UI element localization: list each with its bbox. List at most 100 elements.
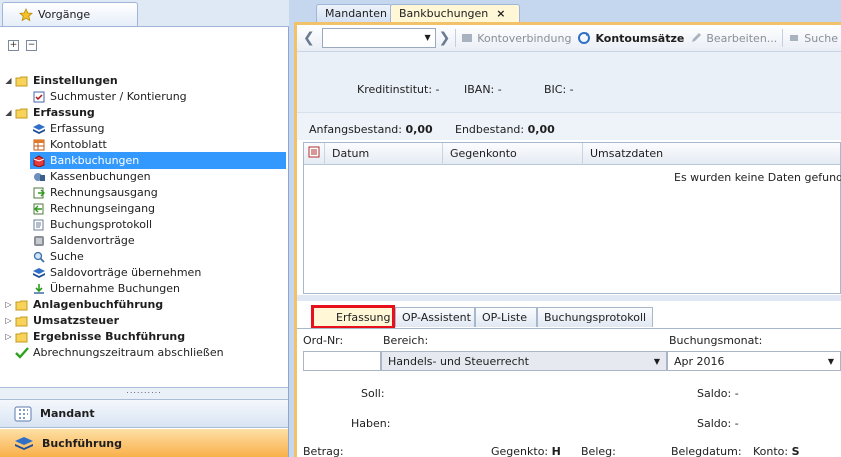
buchungsmonat-select[interactable]: Apr 2016 ▼ bbox=[667, 351, 841, 371]
endbestand-label: Endbestand: bbox=[455, 123, 525, 136]
back-arrow-icon[interactable]: ❮ bbox=[297, 27, 318, 49]
tab-erfassung[interactable]: Erfassung bbox=[311, 305, 395, 329]
ord-nr-input[interactable] bbox=[303, 351, 381, 371]
tree-item-label: Anlagenbuchführung bbox=[33, 298, 164, 311]
konto-mode[interactable]: S bbox=[792, 445, 800, 457]
tree-item-einstellungen[interactable]: ◢ Einstellungen bbox=[4, 72, 118, 89]
gegenkonto-mode[interactable]: H bbox=[552, 445, 561, 457]
tab-vorgaenge[interactable]: Vorgänge bbox=[2, 2, 138, 26]
tree-item-erfassung[interactable]: Erfassung bbox=[32, 120, 104, 137]
tree-item-label: Kontoblatt bbox=[50, 138, 107, 151]
soll-label: Soll: bbox=[361, 387, 385, 400]
tree-item-kontoblatt[interactable]: Kontoblatt bbox=[32, 136, 107, 153]
folder-icon bbox=[15, 314, 29, 327]
close-tab-icon[interactable]: × bbox=[496, 7, 505, 20]
collapsed-arrow-icon[interactable]: ▷ bbox=[4, 316, 13, 325]
expand-all-icon[interactable]: + bbox=[8, 40, 19, 51]
bank-info-panel: Kreditinstitut: - IBAN: - BIC: - bbox=[297, 52, 841, 112]
refresh-transactions-icon bbox=[578, 32, 591, 44]
column-header-gegenkonto[interactable]: Gegenkonto bbox=[450, 147, 517, 160]
bereich-value: Handels- und Steuerrecht bbox=[388, 355, 529, 368]
tree-item-rechnungseingang[interactable]: Rechnungseingang bbox=[32, 200, 155, 217]
tab-buchungsprotokoll-label: Buchungsprotokoll bbox=[544, 311, 647, 324]
tree-item-saldovortraege-uebernehmen[interactable]: Saldovorträge übernehmen bbox=[32, 264, 201, 281]
tree-item-saldenvortraege[interactable]: Saldenvorträge bbox=[32, 232, 135, 249]
tree-item-ergebnisse-buchfuehrung[interactable]: ▷ Ergebnisse Buchführung bbox=[4, 328, 185, 345]
tree-item-label: Rechnungseingang bbox=[50, 202, 156, 215]
document-tab-strip: Mandanten Bankbuchungen × bbox=[290, 0, 841, 22]
star-icon bbox=[19, 7, 33, 21]
tree-item-rechnungsausgang[interactable]: Rechnungsausgang bbox=[32, 184, 158, 201]
tab-mandanten[interactable]: Mandanten bbox=[316, 4, 392, 22]
kontoumsaetze-button[interactable]: Kontoumsätze bbox=[574, 27, 687, 49]
folder-icon bbox=[15, 330, 29, 343]
bearbeiten-label: Bearbeiten... bbox=[706, 31, 778, 45]
bearbeiten-button[interactable]: Bearbeiten... bbox=[687, 27, 780, 49]
tree-item-suchmuster[interactable]: Suchmuster / Kontierung bbox=[32, 88, 187, 105]
tree-item-label: Einstellungen bbox=[33, 74, 118, 87]
expand-arrow-icon[interactable]: ◢ bbox=[4, 108, 13, 117]
tree-item-buchungsprotokoll[interactable]: Buchungsprotokoll bbox=[32, 216, 152, 233]
tab-erfassung-label: Erfassung bbox=[336, 310, 391, 324]
grid-header: Datum Gegenkonto Umsatzdaten bbox=[304, 143, 840, 165]
endbestand: Endbestand: 0,00 bbox=[455, 123, 555, 136]
horizontal-splitter[interactable] bbox=[297, 295, 841, 301]
panel-splitter-grip[interactable]: .......... bbox=[0, 387, 288, 399]
suche-button[interactable]: Suche bbox=[785, 27, 841, 49]
main-content-area: Mandanten Bankbuchungen × ❮ ▼ ❯ Kontover… bbox=[290, 0, 841, 457]
tree-item-suche[interactable]: Suche bbox=[32, 248, 84, 265]
gegenkonto-text: Gegenkto: bbox=[491, 445, 549, 457]
tree-item-kassenbuchungen[interactable]: Kassenbuchungen bbox=[32, 168, 151, 185]
beleg-label: Beleg: bbox=[581, 445, 616, 457]
bereich-select[interactable]: Handels- und Steuerrecht ▼ bbox=[381, 351, 667, 371]
tab-op-assistent-label: OP-Assistent bbox=[402, 311, 471, 324]
suche-label: Suche bbox=[804, 31, 839, 45]
saldo-soll-label: Saldo: - bbox=[697, 387, 739, 400]
anfangsbestand-value: 0,00 bbox=[405, 123, 433, 136]
tab-op-liste[interactable]: OP-Liste bbox=[475, 307, 537, 327]
tree-item-bankbuchungen[interactable]: Bankbuchungen bbox=[30, 152, 286, 169]
endbestand-value: 0,00 bbox=[527, 123, 555, 136]
folder-icon bbox=[15, 298, 29, 311]
tree-item-label: Suche bbox=[50, 250, 84, 263]
mandant-grid-icon bbox=[14, 406, 32, 421]
konto-text: Konto: bbox=[753, 445, 789, 457]
tab-op-assistent[interactable]: OP-Assistent bbox=[395, 307, 475, 327]
tree-item-erfassung-group[interactable]: ◢ Erfassung bbox=[4, 104, 94, 121]
tree-item-label: Saldovorträge übernehmen bbox=[50, 266, 202, 279]
column-header-umsatzdaten[interactable]: Umsatzdaten bbox=[590, 147, 663, 160]
collapsed-arrow-icon[interactable]: ▷ bbox=[4, 332, 13, 341]
tree-item-label: Bankbuchungen bbox=[50, 154, 140, 167]
tree-item-label: Umsatzsteuer bbox=[33, 314, 120, 327]
tab-bankbuchungen[interactable]: Bankbuchungen × bbox=[390, 4, 520, 22]
expand-arrow-icon[interactable]: ◢ bbox=[4, 76, 13, 85]
bankbuchungen-document: ❮ ▼ ❯ Kontoverbindung Kontoumsätze Bearb… bbox=[294, 22, 841, 457]
tree-item-uebernahme-buchungen[interactable]: Übernahme Buchungen bbox=[32, 280, 180, 297]
column-divider bbox=[324, 143, 325, 165]
grid-settings-icon[interactable] bbox=[308, 146, 320, 161]
tree-item-abrechnungszeitraum[interactable]: Abrechnungszeitraum abschließen bbox=[15, 344, 224, 361]
tree-item-label: Suchmuster / Kontierung bbox=[50, 90, 187, 103]
tree-item-umsatzsteuer[interactable]: ▷ Umsatzsteuer bbox=[4, 312, 119, 329]
column-header-datum[interactable]: Datum bbox=[332, 147, 369, 160]
toolbar-separator bbox=[455, 29, 457, 47]
search-icon bbox=[32, 250, 46, 263]
collapsed-arrow-icon[interactable]: ▷ bbox=[4, 300, 13, 309]
transactions-grid[interactable]: Datum Gegenkonto Umsatzdaten Es wurden k… bbox=[303, 142, 841, 294]
konto-label: Konto: S bbox=[753, 445, 800, 457]
invoice-in-icon bbox=[32, 202, 46, 215]
forward-arrow-icon[interactable]: ❯ bbox=[436, 27, 454, 49]
collapse-all-icon[interactable]: − bbox=[26, 40, 37, 51]
tree-item-label: Buchungsprotokoll bbox=[50, 218, 153, 231]
tree-item-anlagenbuchfuehrung[interactable]: ▷ Anlagenbuchführung bbox=[4, 296, 163, 313]
iban-label: IBAN: - bbox=[464, 83, 502, 96]
nav-button-buchfuehrung[interactable]: Buchführung bbox=[0, 429, 288, 457]
chevron-down-icon: ▼ bbox=[424, 33, 431, 42]
kontoverbindung-button[interactable]: Kontoverbindung bbox=[458, 27, 574, 49]
folder-icon bbox=[15, 106, 29, 119]
account-select[interactable]: ▼ bbox=[321, 28, 436, 48]
balance-icon bbox=[32, 234, 46, 247]
nav-button-mandant[interactable]: Mandant bbox=[0, 399, 288, 428]
tab-buchungsprotokoll[interactable]: Buchungsprotokoll bbox=[537, 307, 653, 327]
bank-box-icon bbox=[32, 154, 46, 167]
